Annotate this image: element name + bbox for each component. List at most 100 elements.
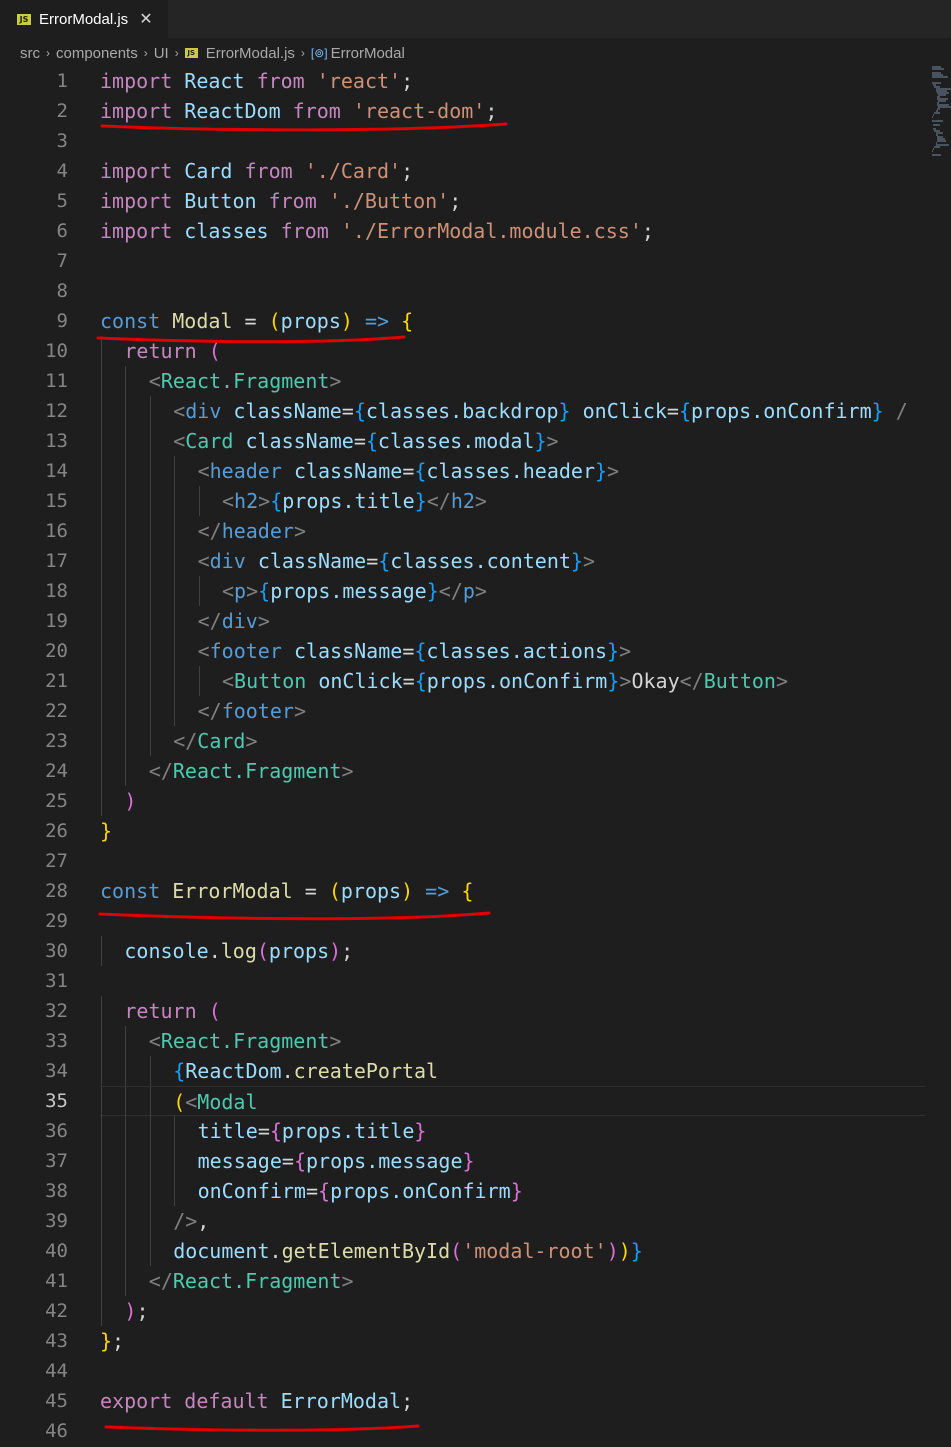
code-line-content[interactable]: </header> xyxy=(100,516,925,546)
code-line[interactable]: 22 </footer> xyxy=(0,696,951,726)
code-line[interactable]: 26} xyxy=(0,816,951,846)
code-line[interactable]: 30 console.log(props); xyxy=(0,936,951,966)
code-line[interactable]: 45 export default ErrorModal; xyxy=(0,1386,951,1416)
code-line[interactable]: 7 xyxy=(0,246,951,276)
code-line-content[interactable]: <React.Fragment> xyxy=(100,1026,925,1056)
code-line-content[interactable] xyxy=(100,906,925,936)
code-line-content[interactable]: </footer> xyxy=(100,696,925,726)
code-line[interactable]: 18 <p>{props.message}</p> xyxy=(0,576,951,606)
code-line[interactable]: 17 <div className={classes.content}> xyxy=(0,546,951,576)
code-line[interactable]: 8 xyxy=(0,276,951,306)
code-line-content[interactable]: </React.Fragment> xyxy=(100,756,925,786)
code-line[interactable]: 40 document.getElementById('modal-root'))… xyxy=(0,1236,951,1266)
code-line[interactable]: 4 import Card from './Card'; xyxy=(0,156,951,186)
breadcrumb-components[interactable]: components xyxy=(56,45,138,62)
code-line-content[interactable]: <footer className={classes.actions}> xyxy=(100,636,925,666)
breadcrumb-file[interactable]: ErrorModal.js xyxy=(206,45,295,62)
code-line-content[interactable] xyxy=(100,846,925,876)
code-line-content[interactable]: />, xyxy=(100,1206,925,1236)
code-line-content[interactable]: message={props.message} xyxy=(100,1146,925,1176)
code-line-content[interactable]: ) xyxy=(100,786,925,816)
code-line[interactable]: 3 xyxy=(0,126,951,156)
code-line[interactable]: 27 xyxy=(0,846,951,876)
code-line-content[interactable]: <div className={classes.backdrop} onClic… xyxy=(100,396,925,426)
breadcrumb-symbol[interactable]: ErrorModal xyxy=(331,45,405,62)
code-line-content[interactable]: <Button onClick={props.onConfirm}>Okay</… xyxy=(100,666,925,696)
code-line-content[interactable]: import classes from './ErrorModal.module… xyxy=(100,216,925,246)
code-line[interactable]: 21 <Button onClick={props.onConfirm}>Okay… xyxy=(0,666,951,696)
code-line-content[interactable]: <p>{props.message}</p> xyxy=(100,576,925,606)
code-line[interactable]: 31 xyxy=(0,966,951,996)
code-line[interactable]: 9 const Modal = (props) => { xyxy=(0,306,951,336)
code-line-content[interactable]: <h2>{props.title}</h2> xyxy=(100,486,925,516)
code-line[interactable]: 41 </React.Fragment> xyxy=(0,1266,951,1296)
code-line-content[interactable]: document.getElementById('modal-root'))} xyxy=(100,1236,925,1266)
code-line[interactable]: 2 import ReactDom from 'react-dom'; xyxy=(0,96,951,126)
code-line-content[interactable]: const ErrorModal = (props) => { xyxy=(100,876,925,906)
code-line[interactable]: 32 return ( xyxy=(0,996,951,1026)
code-line-content[interactable]: import React from 'react'; xyxy=(100,66,925,96)
code-line[interactable]: 20 <footer className={classes.actions}> xyxy=(0,636,951,666)
code-line[interactable]: 28 const ErrorModal = (props) => { xyxy=(0,876,951,906)
code-line[interactable]: 23 </Card> xyxy=(0,726,951,756)
code-line-content[interactable] xyxy=(100,1416,925,1446)
code-line[interactable]: 46 xyxy=(0,1416,951,1446)
code-line[interactable]: 11 <React.Fragment> xyxy=(0,366,951,396)
code-line-content[interactable]: return ( xyxy=(100,336,925,366)
code-line[interactable]: 42); xyxy=(0,1296,951,1326)
code-line-content[interactable]: export default ErrorModal; xyxy=(100,1386,925,1416)
code-line-content[interactable]: <div className={classes.content}> xyxy=(100,546,925,576)
code-line[interactable]: 25) xyxy=(0,786,951,816)
code-line-content[interactable] xyxy=(100,276,925,306)
code-line[interactable]: 5 import Button from './Button'; xyxy=(0,186,951,216)
code-line[interactable]: 44 xyxy=(0,1356,951,1386)
breadcrumb-ui[interactable]: UI xyxy=(154,45,169,62)
code-line-content[interactable]: import Button from './Button'; xyxy=(100,186,925,216)
code-line[interactable]: 29 xyxy=(0,906,951,936)
code-line[interactable]: 13 <Card className={classes.modal}> xyxy=(0,426,951,456)
close-icon[interactable]: ✕ xyxy=(139,9,152,29)
code-line-content[interactable]: onConfirm={props.onConfirm} xyxy=(100,1176,925,1206)
minimap[interactable] xyxy=(930,66,951,166)
code-line[interactable]: 12 <div className={classes.backdrop} onCl… xyxy=(0,396,951,426)
code-line[interactable]: 10 return ( xyxy=(0,336,951,366)
code-line[interactable]: 38 onConfirm={props.onConfirm} xyxy=(0,1176,951,1206)
code-line[interactable]: 39 />, xyxy=(0,1206,951,1236)
code-line[interactable]: 43}; xyxy=(0,1326,951,1356)
code-line[interactable]: 19 </div> xyxy=(0,606,951,636)
code-line-content[interactable]: const Modal = (props) => { xyxy=(100,306,925,336)
code-line-content[interactable]: </Card> xyxy=(100,726,925,756)
code-line-content[interactable]: return ( xyxy=(100,996,925,1026)
code-line-content[interactable] xyxy=(100,246,925,276)
code-line[interactable]: 24 </React.Fragment> xyxy=(0,756,951,786)
code-line-content[interactable] xyxy=(100,1356,925,1386)
code-line[interactable]: 14 <header className={classes.header}> xyxy=(0,456,951,486)
code-line[interactable]: 37 message={props.message} xyxy=(0,1146,951,1176)
code-line[interactable]: 15 <h2>{props.title}</h2> xyxy=(0,486,951,516)
code-line[interactable]: 33 <React.Fragment> xyxy=(0,1026,951,1056)
code-line-content[interactable]: </React.Fragment> xyxy=(100,1266,925,1296)
code-line-content[interactable]: ); xyxy=(100,1296,925,1326)
code-line[interactable]: 6 import classes from './ErrorModal.modul… xyxy=(0,216,951,246)
code-line-content[interactable]: title={props.title} xyxy=(100,1116,925,1146)
code-line-content[interactable]: <Card className={classes.modal}> xyxy=(100,426,925,456)
code-line[interactable]: 34 {ReactDom.createPortal xyxy=(0,1056,951,1086)
code-editor[interactable]: 1 import React from 'react'; 2 import React… xyxy=(0,66,951,1447)
code-line-content[interactable]: <header className={classes.header}> xyxy=(100,456,925,486)
code-line-content[interactable]: <React.Fragment> xyxy=(100,366,925,396)
code-line-content[interactable] xyxy=(100,126,925,156)
code-line[interactable]: 16 </header> xyxy=(0,516,951,546)
code-line-content[interactable]: {ReactDom.createPortal xyxy=(100,1056,925,1086)
code-line-content[interactable]: import ReactDom from 'react-dom'; xyxy=(100,96,925,126)
code-line[interactable]: 35 (<Modal xyxy=(0,1086,951,1117)
code-line-content[interactable]: }; xyxy=(100,1326,925,1356)
code-line-content[interactable]: } xyxy=(100,816,925,846)
code-line-content[interactable]: </div> xyxy=(100,606,925,636)
code-line[interactable]: 36 title={props.title} xyxy=(0,1116,951,1146)
code-line-content[interactable]: console.log(props); xyxy=(100,936,925,966)
tab-errormodal[interactable]: JS ErrorModal.js ✕ xyxy=(0,0,168,38)
code-line[interactable]: 1 import React from 'react'; xyxy=(0,66,951,96)
code-line-content[interactable] xyxy=(100,966,925,996)
code-line-content[interactable]: import Card from './Card'; xyxy=(100,156,925,186)
breadcrumb-src[interactable]: src xyxy=(20,45,40,62)
